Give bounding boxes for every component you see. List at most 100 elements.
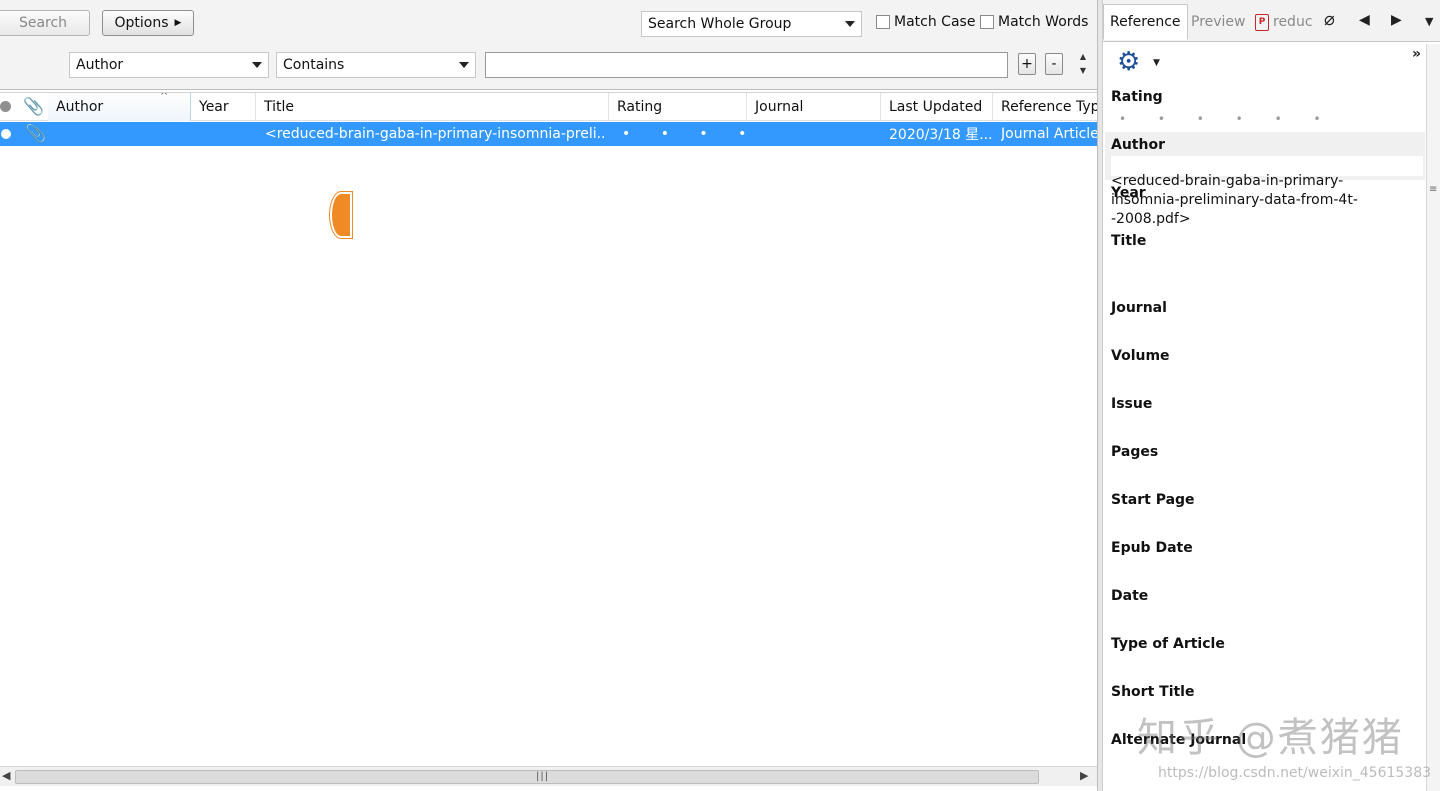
field-label: Rating [1111,89,1163,105]
field-volume[interactable]: Volume [1105,343,1425,391]
field-label: Pages [1111,444,1159,460]
search-field-dropdown[interactable]: Author [69,52,269,78]
field-title[interactable]: Title [1105,228,1425,295]
field-label: Volume [1111,348,1170,364]
watermark: 知乎 @煮猪猪 [1137,715,1404,761]
column-header-title[interactable]: Title [256,93,609,121]
cell-author [56,122,191,146]
tab-preview-label: Preview [1191,14,1246,30]
cell-rating[interactable]: • • • • • [622,122,747,146]
tab-menu-icon[interactable]: ▼ [1425,15,1433,28]
pdf-icon: P [1255,13,1269,31]
cell-title: <reduced-brain-gaba-in-primary-insomnia-… [265,126,607,142]
column-header-journal[interactable]: Journal [747,93,881,121]
column-header-rating[interactable]: Rating [609,93,747,121]
spin-up-icon[interactable]: ▲ [1076,50,1090,64]
tab-pdf[interactable]: P reduc [1249,4,1319,40]
chevron-down-icon [845,21,855,27]
search-button-label: Search [18,15,68,31]
field-journal[interactable]: Journal [1105,295,1425,343]
cell-year [199,122,256,146]
column-header-label: Year [199,99,229,115]
add-search-row-button[interactable]: + [1018,53,1036,75]
column-header-year[interactable]: Year [191,93,256,121]
field-label: Epub Date [1111,540,1193,556]
attachment-icon[interactable]: ⌀ [1324,9,1335,30]
field-date[interactable]: Date [1105,583,1425,631]
field-label: Issue [1111,396,1153,412]
column-header-reference-type[interactable]: Reference Typ [993,93,1097,121]
column-header-author[interactable]: Author ^ [48,93,191,121]
search-rows-spinner[interactable]: ▲ ▼ [1076,50,1090,80]
tab-preview[interactable]: Preview [1185,4,1252,40]
match-words-checkbox[interactable] [980,15,994,29]
search-panel: Search Options ▶ Search Whole Group Matc… [0,0,1097,90]
search-term-input[interactable] [485,52,1008,78]
previous-arrow-icon[interactable]: ◀ [1359,12,1370,28]
field-type-of-article[interactable]: Type of Article [1105,631,1425,679]
double-chevron-right-icon[interactable]: » [1412,46,1421,62]
vertical-scrollbar[interactable]: ≡ [1426,44,1440,791]
rating-dots[interactable]: • • • • • • [1119,112,1335,126]
attachment-column-icon[interactable]: 📎 [23,97,44,117]
search-operator-value: Contains [283,57,345,73]
chevron-down-icon[interactable]: ▼ [1153,58,1160,68]
cell-reference-type: Journal Article [1001,126,1097,142]
search-scope-value: Search Whole Group [648,16,792,32]
field-label: Start Page [1111,492,1195,508]
column-header-label: Last Updated [889,99,983,115]
column-header-label: Author [56,99,104,115]
grip-icon: ||| [536,771,550,782]
field-label: Date [1111,588,1149,604]
column-header-label: Journal [755,99,804,115]
match-words-option[interactable]: Match Words [980,14,1088,30]
paperclip-icon[interactable]: 📎 [25,124,46,144]
chevron-down-icon [459,62,469,68]
reference-detail-pane: Reference Preview P reduc ⌀ ◀ ▶ ▼ ⚙ ▼ » … [1103,0,1440,791]
tab-reference[interactable]: Reference [1103,4,1188,40]
scrollbar-thumb[interactable]: ||| [15,770,1039,784]
tab-reference-label: Reference [1110,14,1181,30]
field-label: Author [1111,137,1165,153]
field-label: Title [1111,233,1147,249]
column-header-label: Reference Typ [1001,99,1097,115]
field-epub-date[interactable]: Epub Date [1105,535,1425,583]
field-label: Journal [1111,300,1167,316]
cell-journal [755,122,881,146]
field-label: Type of Article [1111,636,1225,652]
reference-toolbar: ⚙ ▼ » [1105,44,1425,84]
spin-down-icon[interactable]: ▼ [1076,64,1090,78]
match-case-label: Match Case [894,14,976,30]
cell-last-updated: 2020/3/18 星... [889,127,993,143]
field-issue[interactable]: Issue [1105,391,1425,439]
table-row[interactable]: 📎 <reduced-brain-gaba-in-primary-insomni… [0,122,1097,146]
field-rating[interactable]: Rating • • • • • • [1105,84,1425,132]
field-start-page[interactable]: Start Page [1105,487,1425,535]
title-value[interactable]: <reduced-brain-gaba-in-primary-insomnia-… [1111,172,1411,229]
field-pages[interactable]: Pages [1105,439,1425,487]
tab-pdf-label: reduc [1273,14,1313,30]
scroll-right-icon[interactable]: ▶ [1080,769,1088,782]
column-header-label: Title [264,99,295,115]
next-arrow-icon[interactable]: ▶ [1391,12,1402,28]
field-label: Short Title [1111,684,1195,700]
match-case-option[interactable]: Match Case [876,14,975,30]
search-button[interactable]: Search [0,10,90,36]
column-header-last-updated[interactable]: Last Updated [881,93,993,121]
read-status-column-icon[interactable] [0,101,11,112]
floating-assistant-icon[interactable] [330,192,352,238]
horizontal-scrollbar[interactable]: ◀ ||| ▶ [0,766,1097,786]
search-scope-dropdown[interactable]: Search Whole Group [641,11,862,37]
reference-list-pane: Search Options ▶ Search Whole Group Matc… [0,0,1097,791]
remove-search-row-button[interactable]: - [1045,53,1063,75]
options-button[interactable]: Options ▶ [102,10,194,36]
scroll-left-icon[interactable]: ◀ [2,769,10,782]
match-case-checkbox[interactable] [876,15,890,29]
detail-tab-bar: Reference Preview P reduc ⌀ ◀ ▶ ▼ [1103,0,1440,42]
read-status-icon[interactable] [1,129,11,139]
search-operator-dropdown[interactable]: Contains [276,52,476,78]
sort-ascending-icon: ^ [160,93,169,102]
chevron-down-icon [252,62,262,68]
grip-icon: ≡ [1429,184,1438,195]
gear-icon[interactable]: ⚙ [1117,48,1140,76]
